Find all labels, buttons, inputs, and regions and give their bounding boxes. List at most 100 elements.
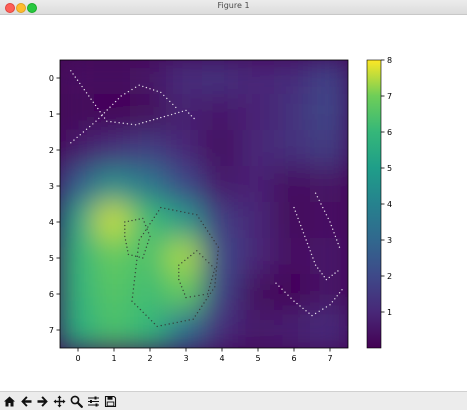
heatmap-cell-r6-c7 xyxy=(310,274,348,314)
heatmap-cell-r3-c5 xyxy=(238,166,278,206)
subplots-config-icon xyxy=(88,396,99,407)
contour-dot xyxy=(281,288,283,290)
contour-dot xyxy=(126,250,129,252)
contour-dot xyxy=(76,136,78,139)
contour-dot xyxy=(211,236,213,239)
contour-dot xyxy=(215,270,217,272)
contour-dot xyxy=(202,294,204,296)
contour-dot xyxy=(131,88,133,91)
contour-dot xyxy=(152,89,155,91)
contour-dot xyxy=(153,322,156,325)
contour-dot xyxy=(148,317,150,319)
forward-button[interactable] xyxy=(35,394,50,409)
contour-dot xyxy=(217,246,220,248)
contour-dot xyxy=(214,268,216,270)
contour-dot xyxy=(207,289,210,292)
contour-dot xyxy=(178,264,180,266)
contour-dot xyxy=(189,296,192,298)
save-button[interactable] xyxy=(103,394,118,409)
contour-dot xyxy=(212,275,214,277)
contour-dot xyxy=(184,320,186,322)
contour-dot xyxy=(145,86,148,89)
contour-dot xyxy=(160,91,162,94)
x-tick-label-2: 2 xyxy=(147,354,152,363)
contour-dot xyxy=(124,232,126,234)
contour-dot xyxy=(125,242,127,245)
contour-dot xyxy=(106,120,108,122)
contour-dot xyxy=(214,282,216,284)
contour-dot xyxy=(134,303,136,305)
contour-dot xyxy=(202,223,204,226)
contour-dot xyxy=(192,318,194,320)
contour-dot xyxy=(209,233,211,235)
contour-dot xyxy=(190,254,192,257)
zoom-button[interactable] xyxy=(69,394,84,409)
heatmap-cell-r5-c7 xyxy=(310,238,348,278)
contour-dot xyxy=(188,212,190,214)
contour-dot xyxy=(196,312,199,314)
y-axis: 0 1 2 3 4 5 6 7 xyxy=(49,74,60,335)
contour-dot xyxy=(209,282,212,284)
contour-dot xyxy=(136,259,138,262)
contour-dot xyxy=(206,230,209,232)
heatmap-cell-r6-c6 xyxy=(274,274,314,314)
contour-dot xyxy=(309,250,311,252)
heatmap-cell-r0-c5 xyxy=(238,60,278,98)
contour-dot xyxy=(316,196,319,198)
contour-dot xyxy=(97,107,99,110)
contour-dot xyxy=(134,255,137,257)
contour-dot xyxy=(206,293,209,295)
contour-dot xyxy=(205,259,207,261)
contour-dot xyxy=(140,236,143,238)
colorbar-tick-label-4: 4 xyxy=(387,200,392,209)
contour-dot xyxy=(181,262,183,264)
contour-dot xyxy=(114,121,116,123)
heatmap-cell-r3-c7 xyxy=(310,166,348,206)
contour-dot xyxy=(124,224,126,227)
contour-dot xyxy=(188,319,190,321)
contour-dot xyxy=(334,272,336,274)
contour-dot xyxy=(299,305,301,307)
contour-dot xyxy=(120,95,122,97)
contour-dot xyxy=(190,115,193,117)
home-button[interactable] xyxy=(2,394,17,409)
contour-dot xyxy=(305,310,307,312)
contour-dot xyxy=(319,270,321,272)
subplots-config-button[interactable] xyxy=(86,394,101,409)
contour-dot xyxy=(294,210,297,212)
contour-dot xyxy=(85,92,88,94)
heatmap-cell-r2-c0 xyxy=(60,130,98,170)
contour-dot xyxy=(143,253,145,256)
contour-dot xyxy=(284,291,286,293)
contour-dot xyxy=(138,84,140,86)
contour-dot xyxy=(169,100,171,103)
back-button[interactable] xyxy=(19,394,34,409)
contour-dot xyxy=(103,117,106,119)
contour-dot xyxy=(193,117,195,120)
contour-dot xyxy=(110,121,112,123)
contour-dot xyxy=(308,312,310,314)
y-tick-label-5: 5 xyxy=(49,254,54,263)
contour-dot xyxy=(81,85,83,88)
contour-dot xyxy=(149,88,151,90)
heatmap-cell-r5-c3 xyxy=(166,238,206,278)
contour-dot xyxy=(296,302,298,305)
contour-dot xyxy=(204,227,207,229)
contour-dot xyxy=(76,79,79,81)
contour-dot xyxy=(79,134,81,136)
contour-dot xyxy=(126,246,128,248)
contour-dot xyxy=(82,131,85,133)
contour-dot xyxy=(132,292,134,294)
contour-dot xyxy=(136,306,139,308)
contour-dot xyxy=(198,308,201,311)
contour-dot xyxy=(163,94,165,97)
pan-button[interactable] xyxy=(52,394,67,409)
contour-dot xyxy=(215,266,218,268)
contour-dot xyxy=(296,214,298,216)
heatmap-cell-r7-c6 xyxy=(274,310,314,348)
contour-dot xyxy=(147,226,149,228)
contour-dot xyxy=(124,235,126,238)
contour-dot xyxy=(126,123,129,125)
contour-dot xyxy=(216,254,219,256)
heatmap-cell-r7-c1 xyxy=(94,310,134,348)
